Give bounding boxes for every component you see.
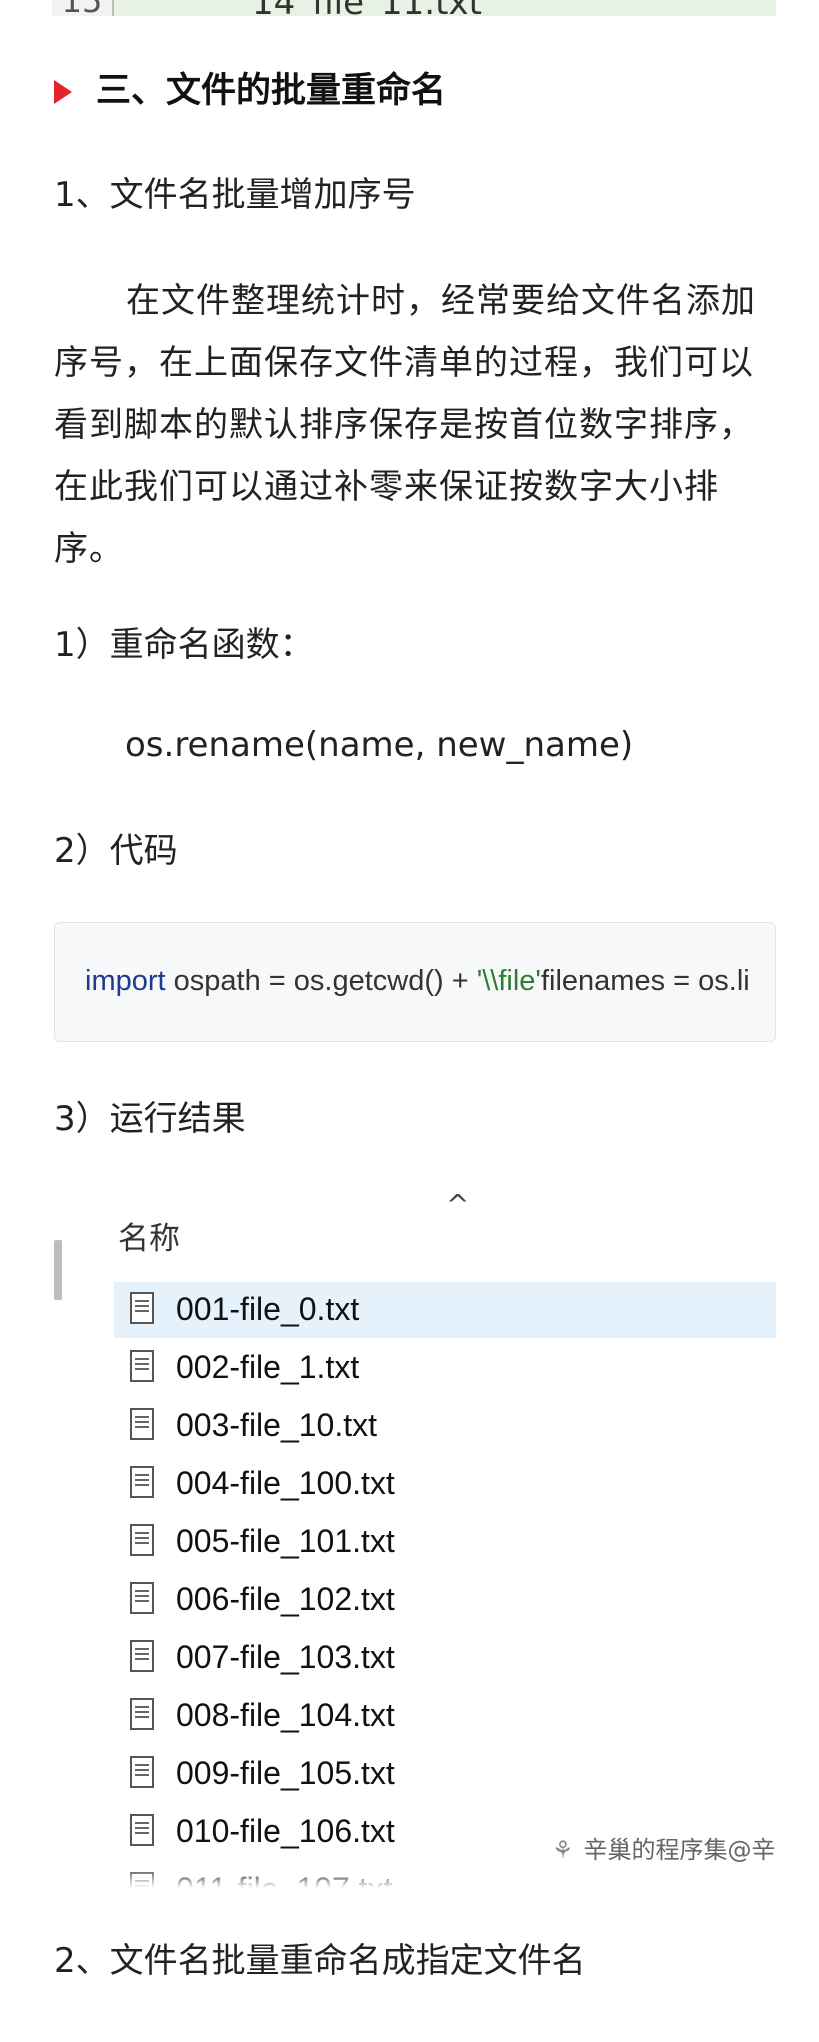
paragraph: 在文件整理统计时，经常要给文件名添加序号，在上面保存文件清单的过程，我们可以看到…: [54, 281, 756, 569]
file-text: 14_file_11.txt: [252, 0, 482, 16]
code-keyword: import: [85, 965, 166, 997]
file-name: 006-file_102.txt: [176, 1581, 395, 1617]
subsection-title-2: 2、文件名批量重命名成指定文件名: [54, 1941, 586, 1981]
section-title: 三、文件的批量重命名: [96, 71, 447, 111]
text-file-icon: [130, 1698, 154, 1730]
code-text: ospath = os.getcwd() +: [165, 965, 477, 997]
text-file-icon: [130, 1350, 154, 1382]
file-name: 010-file_106.txt: [176, 1813, 395, 1849]
text-file-icon: [130, 1408, 154, 1440]
file-name: 007-file_103.txt: [176, 1639, 395, 1675]
watermark-text: 辛巢的程序集@辛巢plus: [583, 1836, 776, 1864]
text-file-icon: [130, 1466, 154, 1498]
watermark-icon: ⚘: [552, 1836, 574, 1864]
step-3-title: 3）运行结果: [54, 1099, 246, 1139]
file-row[interactable]: 009-file_105.txt: [114, 1746, 776, 1802]
file-name: 009-file_105.txt: [176, 1755, 395, 1791]
file-row[interactable]: 002-file_1.txt: [114, 1340, 776, 1396]
file-name: 008-file_104.txt: [176, 1697, 395, 1733]
row-number: 15: [52, 0, 114, 16]
name-column-header[interactable]: 名称: [118, 1214, 180, 1264]
text-file-icon: [130, 1814, 154, 1846]
text-file-icon: [130, 1640, 154, 1672]
watermark: ⚘ 辛巢的程序集@辛巢plus: [552, 1830, 776, 1865]
file-row[interactable]: 005-file_101.txt: [114, 1514, 776, 1570]
scrollbar-thumb[interactable]: [54, 1240, 62, 1300]
file-row[interactable]: 003-file_10.txt: [114, 1398, 776, 1454]
code-block[interactable]: import ospath = os.getcwd() + '\\file'fi…: [54, 922, 776, 1042]
text-file-icon: [130, 1582, 154, 1614]
code-line: import ospath = os.getcwd() + '\\file'fi…: [85, 961, 750, 1001]
code-string: '\\file': [476, 965, 541, 997]
file-row[interactable]: 001-file_0.txt: [114, 1282, 776, 1338]
sort-caret-icon[interactable]: ^: [446, 1188, 469, 1221]
step-2-title: 2）代码: [54, 831, 178, 871]
file-name: 003-file_10.txt: [176, 1407, 378, 1443]
text-file-icon: [130, 1524, 154, 1556]
text-file-icon: [130, 1756, 154, 1788]
file-row[interactable]: 008-file_104.txt: [114, 1688, 776, 1744]
file-name: 002-file_1.txt: [176, 1349, 360, 1385]
code-text-2: filenames = os.li: [540, 965, 750, 997]
top-table-strip: 15 14_file_11.txt: [52, 0, 776, 16]
file-row[interactable]: 006-file_102.txt: [114, 1572, 776, 1628]
subsection-title-1: 1、文件名批量增加序号: [54, 175, 416, 215]
text-file-icon: [130, 1292, 154, 1324]
rename-function: os.rename(name, new_name): [125, 725, 634, 765]
file-name: 001-file_0.txt: [176, 1291, 360, 1327]
file-name: 005-file_101.txt: [176, 1523, 395, 1559]
step-1-title: 1）重命名函数：: [54, 625, 314, 665]
file-row[interactable]: 004-file_100.txt: [114, 1456, 776, 1512]
file-name: 004-file_100.txt: [176, 1465, 395, 1501]
section-marker-icon: [54, 80, 72, 104]
file-row[interactable]: 007-file_103.txt: [114, 1630, 776, 1686]
file-explorer-screenshot: ^ 名称 001-file_0.txt 002-file_1.txt 003-fil…: [54, 1188, 776, 1888]
bottom-fade: [54, 1868, 776, 1888]
